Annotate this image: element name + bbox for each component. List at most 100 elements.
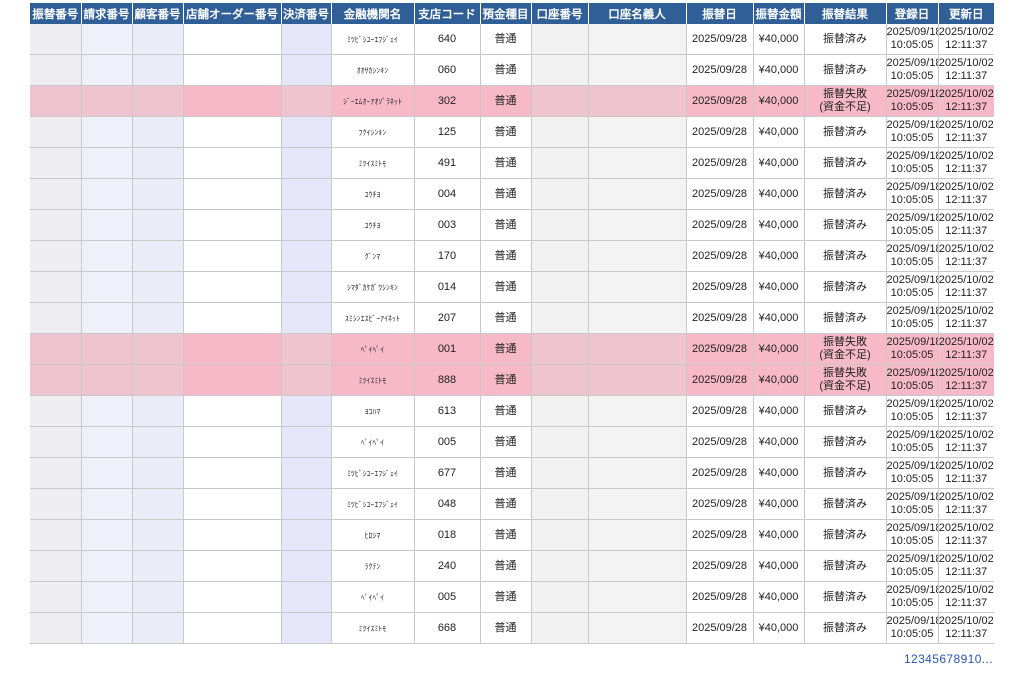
account-type-cell: 普通 [479,85,531,117]
updated-date-cell: 2025/10/02 12:11:37 [937,209,994,241]
updated-date-cell: 2025/10/02 12:11:37 [937,519,994,551]
invoice-number-cell [80,395,132,427]
account-type-cell: 普通 [479,54,531,86]
updated-time: 12:11:37 [945,411,988,423]
transfer-amount-cell: ¥40,000 [752,209,804,241]
account-type-cell: 普通 [479,302,531,334]
invoice-number-cell [80,550,132,582]
column-header[interactable]: 振替金額 [752,3,804,24]
updated-date: 2025/10/02 [938,181,994,193]
column-header[interactable]: 更新日 [937,3,994,24]
registered-date: 2025/09/18 [886,243,938,255]
column-header[interactable]: 請求番号 [80,3,132,24]
branch-code-cell: 207 [413,302,480,334]
result-reason: (資金不足) [819,380,871,392]
bank-name-cell: ｽﾐｼﾝｴｽﾋﾞｰｱｲﾈｯﾄ [330,302,414,334]
transfer-number-cell [30,550,81,582]
table-row: ﾐﾂｲｽﾐﾄﾓ 668 普通 2025/09/28 ¥40,000 振替済み 2025/09… [30,612,994,644]
transfer-amount-cell: ¥40,000 [752,612,804,644]
account-holder-cell [587,519,686,551]
table-row: ﾐﾂﾋﾞｼﾕｰｴﾌｼﾞｪｲ 677 普通 2025/09/28 ¥40,000 振替済み 2… [30,457,994,489]
registered-time: 10:05:05 [890,318,934,330]
column-header[interactable]: 振替日 [685,3,753,24]
transfer-date-cell: 2025/09/28 [685,333,753,365]
updated-time: 12:11:37 [945,287,988,299]
registered-date: 2025/09/18 [886,398,938,410]
store-order-number-cell [182,116,281,148]
updated-date: 2025/10/02 [938,57,994,69]
customer-number-cell [131,147,183,179]
transfer-result-cell: 振替済み [803,519,886,551]
column-header[interactable]: 口座番号 [530,3,588,24]
page-link-10[interactable]: 10 [968,652,982,666]
account-number-cell [530,302,588,334]
column-header[interactable]: 登録日 [885,3,938,24]
updated-date: 2025/10/02 [938,26,994,38]
account-number-cell [530,178,588,210]
transfer-number-cell [30,271,81,303]
registered-date: 2025/09/18 [886,584,938,596]
branch-code-cell: 004 [413,178,480,210]
column-header[interactable]: 口座名義人 [587,3,686,24]
updated-date: 2025/10/02 [938,243,994,255]
transfer-amount-cell: ¥40,000 [752,54,804,86]
payment-number-cell [280,271,331,303]
updated-date: 2025/10/02 [938,274,994,286]
updated-date-cell: 2025/10/02 12:11:37 [937,116,994,148]
account-type-cell: 普通 [479,147,531,179]
transfer-number-cell [30,24,81,55]
result-status: 振替済み [823,280,867,293]
column-header[interactable]: 金融機関名 [330,3,414,24]
page-link-8[interactable]: 8 [953,652,960,666]
column-header[interactable]: 預金種目 [479,3,531,24]
transfer-number-cell [30,209,81,241]
updated-date: 2025/10/02 [938,553,994,565]
account-number-cell [530,457,588,489]
column-header[interactable]: 顧客番号 [131,3,183,24]
invoice-number-cell [80,240,132,272]
page-link-more[interactable]: ... [982,652,993,666]
registered-date-cell: 2025/09/18 10:05:05 [885,302,938,334]
branch-code-cell: 491 [413,147,480,179]
column-header[interactable]: 支店コード [413,3,480,24]
account-number-cell [530,519,588,551]
column-header[interactable]: 振替結果 [803,3,886,24]
transfer-result-cell: 振替済み [803,426,886,458]
transfer-date-cell: 2025/09/28 [685,302,753,334]
page-link-1[interactable]: 1 [904,652,911,666]
store-order-number-cell [182,54,281,86]
invoice-number-cell [80,24,132,55]
account-holder-cell [587,209,686,241]
account-holder-cell [587,24,686,55]
result-status: 振替済み [823,404,867,417]
account-type-cell: 普通 [479,178,531,210]
account-type-cell: 普通 [479,519,531,551]
column-header[interactable]: 店舗オーダー番号 [182,3,281,24]
registered-date-cell: 2025/09/18 10:05:05 [885,581,938,613]
updated-date-cell: 2025/10/02 12:11:37 [937,24,994,55]
bank-name-cell: ｵｵｻｶｼﾝｷﾝ [330,54,414,86]
account-holder-cell [587,488,686,520]
transfer-date-cell: 2025/09/28 [685,178,753,210]
transfer-result-cell: 振替済み [803,581,886,613]
transfer-result-cell: 振替済み [803,209,886,241]
account-holder-cell [587,612,686,644]
column-header[interactable]: 振替番号 [30,3,81,24]
result-status: 振替済み [823,559,867,572]
result-status: 振替済み [823,311,867,324]
result-status: 振替済み [823,187,867,200]
registered-date: 2025/09/18 [886,336,938,348]
updated-date-cell: 2025/10/02 12:11:37 [937,488,994,520]
column-header[interactable]: 決済番号 [280,3,331,24]
result-status: 振替済み [823,125,867,138]
table-row: ﾖｺﾊﾏ 613 普通 2025/09/28 ¥40,000 振替済み 2025/09/18… [30,395,994,427]
page-link-9[interactable]: 9 [961,652,968,666]
registered-time: 10:05:05 [890,194,934,206]
registered-date: 2025/09/18 [886,119,938,131]
customer-number-cell [131,24,183,55]
table-row: ﾍﾟｲﾍﾟｲ 005 普通 2025/09/28 ¥40,000 振替済み 2025/09/… [30,426,994,458]
updated-date: 2025/10/02 [938,584,994,596]
account-type-cell: 普通 [479,271,531,303]
updated-time: 12:11:37 [945,504,988,516]
updated-time: 12:11:37 [945,256,988,268]
